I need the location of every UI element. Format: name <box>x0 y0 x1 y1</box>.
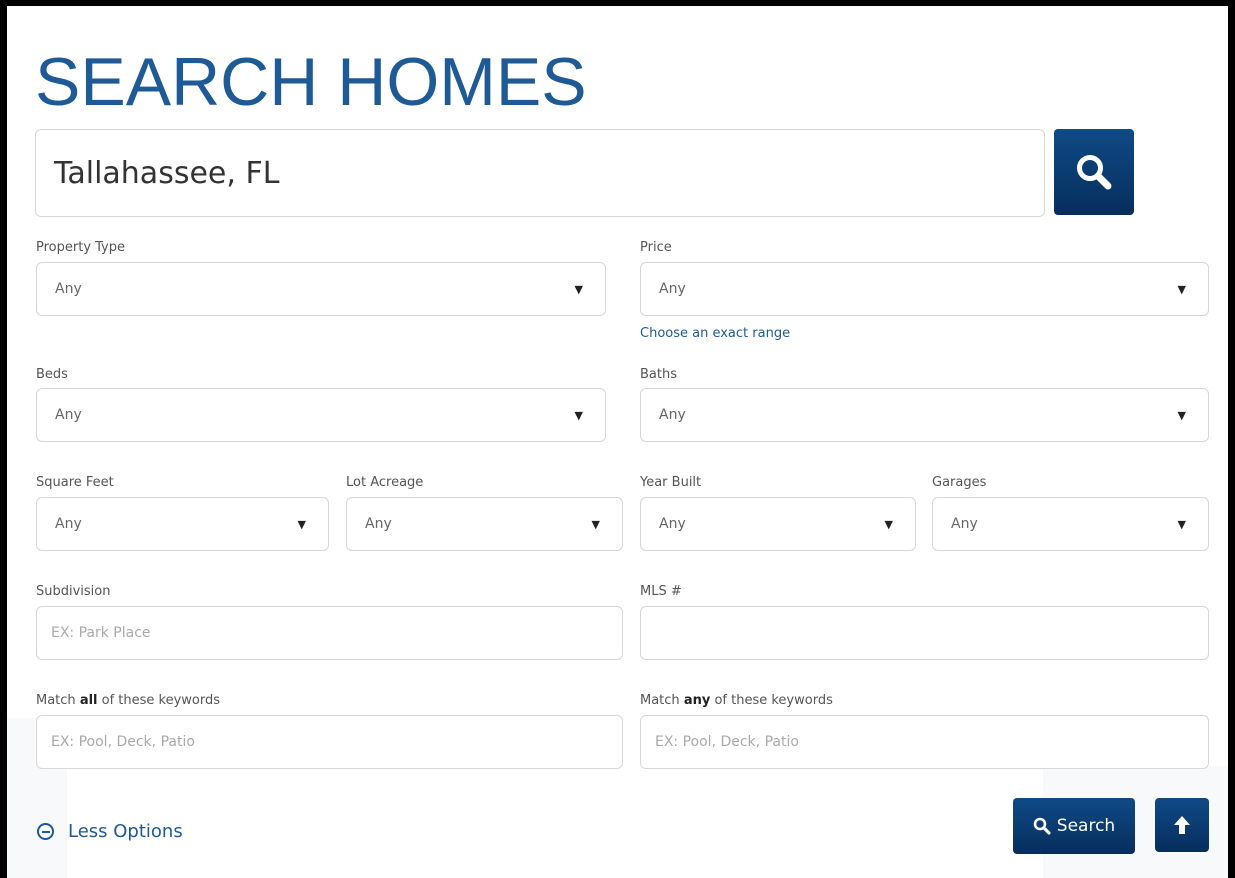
search-button[interactable]: Search <box>1013 798 1135 854</box>
search-homes-panel: SEARCH HOMES Property Type Any ▼ Price A… <box>7 6 1228 878</box>
year-built-select[interactable]: Any ▼ <box>640 497 916 551</box>
keywords-any-label-prefix: Match <box>640 693 684 708</box>
caret-down-icon: ▼ <box>574 408 583 422</box>
choose-exact-range-link[interactable]: Choose an exact range <box>640 326 790 341</box>
mls-label: MLS # <box>640 584 682 599</box>
garages-select[interactable]: Any ▼ <box>932 497 1209 551</box>
mls-field[interactable] <box>640 606 1209 660</box>
caret-down-icon: ▼ <box>591 517 600 531</box>
subdivision-label: Subdivision <box>36 584 111 599</box>
square-feet-label: Square Feet <box>36 475 114 490</box>
beds-select[interactable]: Any ▼ <box>36 388 606 442</box>
baths-value: Any <box>659 407 686 423</box>
baths-select[interactable]: Any ▼ <box>640 388 1209 442</box>
arrow-up-icon <box>1174 816 1190 834</box>
caret-down-icon: ▼ <box>1177 408 1186 422</box>
beds-label: Beds <box>36 367 68 382</box>
keywords-all-label-bold: all <box>79 693 98 708</box>
lot-acreage-select[interactable]: Any ▼ <box>346 497 623 551</box>
keywords-any-label: Match any of these keywords <box>640 693 833 708</box>
keywords-any-label-bold: any <box>683 693 711 708</box>
search-button-label: Search <box>1056 816 1116 836</box>
price-value: Any <box>659 281 686 297</box>
caret-down-icon: ▼ <box>574 282 583 296</box>
subdivision-field[interactable] <box>36 606 623 660</box>
beds-value: Any <box>55 407 82 423</box>
keywords-any-field[interactable] <box>640 715 1209 769</box>
keywords-all-label-prefix: Match <box>36 693 80 708</box>
property-type-select[interactable]: Any ▼ <box>36 262 606 316</box>
square-feet-value: Any <box>55 516 82 532</box>
lot-acreage-label: Lot Acreage <box>346 475 424 490</box>
keywords-all-label: Match all of these keywords <box>36 693 220 708</box>
location-search-field[interactable] <box>35 129 1045 217</box>
price-label: Price <box>640 240 672 255</box>
page-title: SEARCH HOMES <box>35 44 587 120</box>
property-type-label: Property Type <box>36 240 126 255</box>
caret-down-icon: ▼ <box>297 517 306 531</box>
keywords-any-input[interactable] <box>641 716 1208 768</box>
location-search-input[interactable] <box>36 130 1044 216</box>
less-options-label: Less Options <box>68 821 183 842</box>
scroll-up-button[interactable] <box>1155 798 1209 852</box>
garages-value: Any <box>951 516 978 532</box>
location-search-button[interactable] <box>1054 129 1134 215</box>
baths-label: Baths <box>640 367 677 382</box>
mls-input[interactable] <box>641 607 1208 659</box>
less-options-toggle[interactable]: Less Options <box>37 821 183 842</box>
caret-down-icon: ▼ <box>1177 517 1186 531</box>
search-icon <box>1077 155 1112 190</box>
keywords-all-field[interactable] <box>36 715 623 769</box>
year-built-label: Year Built <box>640 475 702 490</box>
caret-down-icon: ▼ <box>884 517 893 531</box>
lot-acreage-value: Any <box>365 516 392 532</box>
search-icon <box>1033 817 1051 835</box>
year-built-value: Any <box>659 516 686 532</box>
square-feet-select[interactable]: Any ▼ <box>36 497 329 551</box>
caret-down-icon: ▼ <box>1177 282 1186 296</box>
subdivision-input[interactable] <box>37 607 622 659</box>
property-type-value: Any <box>55 281 82 297</box>
minus-circle-icon <box>37 823 54 840</box>
keywords-all-input[interactable] <box>37 716 622 768</box>
garages-label: Garages <box>932 475 987 490</box>
keywords-any-label-suffix: of these keywords <box>710 693 833 708</box>
price-select[interactable]: Any ▼ <box>640 262 1209 316</box>
keywords-all-label-suffix: of these keywords <box>97 693 221 708</box>
